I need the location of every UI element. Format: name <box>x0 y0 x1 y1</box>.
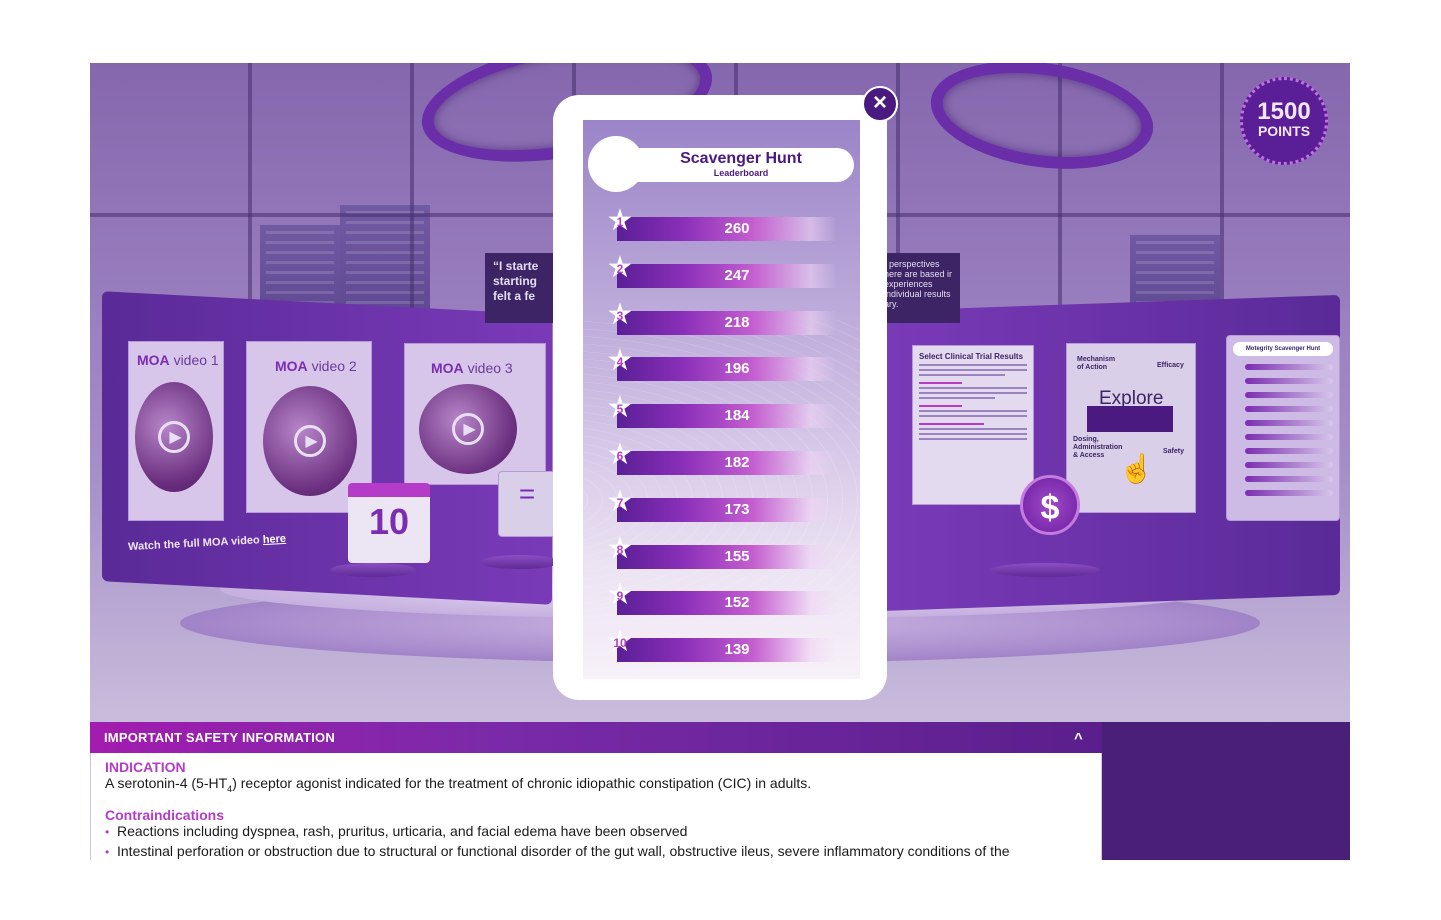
explore-label-efficacy[interactable]: Efficacy <box>1157 362 1184 370</box>
contraindication-item: Intestinal perforation or obstruction du… <box>117 843 1010 859</box>
rank-number: 10 <box>613 636 627 651</box>
calendar-day: 10 <box>368 501 410 542</box>
text-line <box>919 397 995 399</box>
text-line <box>919 438 1027 440</box>
quote-panel-left: “I starte starting felt a fe <box>485 253 560 323</box>
mini-row <box>1245 420 1333 426</box>
play-icon[interactable]: ▶ <box>294 425 326 457</box>
rank-number: 3 <box>616 308 624 323</box>
mini-row <box>1245 434 1333 440</box>
pedestal <box>330 563 416 577</box>
isi-toggle-button[interactable]: ^ <box>1074 730 1083 747</box>
bullet-icon: • <box>105 825 110 839</box>
text-line <box>919 392 1027 394</box>
indication-text: A serotonin-4 (5-HT4) receptor agonist i… <box>105 775 812 794</box>
score-value: 182 <box>724 454 750 471</box>
clinical-trial-title: Select Clinical Trial Results <box>919 352 1024 361</box>
score-value: 184 <box>724 407 750 425</box>
explore-label-safety[interactable]: Safety <box>1163 448 1184 456</box>
text-line <box>919 428 1027 430</box>
leaderboard-header: Scavenger Hunt Leaderboard <box>588 136 854 192</box>
rank-number: 1 <box>616 215 624 229</box>
mini-leaderboard-panel[interactable]: Motegrity Scavenger Hunt <box>1226 335 1340 521</box>
mini-row <box>1245 448 1333 454</box>
points-badge: 1500 POINTS <box>1240 77 1328 165</box>
isi-side-panel <box>1102 722 1350 860</box>
score-value: 218 <box>724 313 750 331</box>
safety-information-panel: IMPORTANT SAFETY INFORMATION ^ INDICATIO… <box>90 722 1350 860</box>
explore-panel[interactable]: Mechanism of Action Efficacy Explore Dos… <box>1066 343 1196 513</box>
isi-title: IMPORTANT SAFETY INFORMATION <box>104 730 335 745</box>
score-value: 173 <box>724 500 750 518</box>
mini-row <box>1245 490 1333 496</box>
envelope-icon[interactable]: = <box>498 471 556 537</box>
play-icon[interactable]: ▶ <box>452 413 484 445</box>
indication-heading: INDICATION <box>105 759 186 775</box>
isi-body[interactable]: INDICATION A serotonin-4 (5-HT4) recepto… <box>90 753 1102 860</box>
quote-panel-right: t perspectives here are based ir experie… <box>880 253 960 323</box>
text-line <box>919 369 1027 371</box>
mini-row <box>1245 378 1333 384</box>
text-line <box>919 410 1027 412</box>
rank-number: 4 <box>616 355 624 370</box>
rank-number: 5 <box>616 402 624 417</box>
play-icon[interactable]: ▶ <box>158 421 190 453</box>
video-title: MOA video 3 <box>431 360 513 376</box>
leaderboard-subtitle: Leaderboard <box>713 168 769 178</box>
text-line <box>919 405 963 407</box>
mini-row <box>1245 462 1333 468</box>
dollar-coin-icon[interactable]: $ <box>1020 475 1080 535</box>
text-line <box>919 423 984 425</box>
rank-number: 8 <box>616 542 624 557</box>
mini-row <box>1245 406 1333 412</box>
close-button[interactable]: × <box>862 86 898 122</box>
video-thumbnail: ▶ <box>135 382 213 492</box>
contraindication-item: Reactions including dyspnea, rash, pruri… <box>117 823 688 839</box>
text-line <box>919 415 1027 417</box>
moa-video-1-panel[interactable]: MOA video 1 ▶ <box>128 341 224 521</box>
score-value: 247 <box>724 266 750 284</box>
calendar-prop[interactable]: 10 <box>348 483 430 563</box>
leaderboard-title: Scavenger Hunt <box>680 150 802 167</box>
text-line <box>919 364 1027 366</box>
text-line <box>919 382 963 384</box>
score-value: 152 <box>724 594 750 612</box>
mini-row <box>1245 476 1333 482</box>
contraindications-heading: Contraindications <box>105 807 225 823</box>
leaderboard-row: ★ 10 139 <box>607 625 849 679</box>
explore-label-mechanism[interactable]: Mechanism of Action <box>1077 356 1121 372</box>
bullet-icon: • <box>105 845 110 859</box>
clinical-trial-panel[interactable]: Select Clinical Trial Results <box>912 345 1034 505</box>
leaderboard-modal: Scavenger Hunt Leaderboard ★ 1 260 ★ 2 247 ★ 3 2… <box>553 95 887 700</box>
text-line <box>919 387 1027 389</box>
points-label: POINTS <box>1257 123 1311 139</box>
points-value: 1500 <box>1257 98 1311 125</box>
video-thumbnail: ▶ <box>263 386 357 496</box>
video-title: MOA video 1 <box>137 352 219 368</box>
rank-number: 6 <box>616 449 624 463</box>
mini-row <box>1245 364 1333 370</box>
text-line <box>919 374 1006 376</box>
pedestal <box>480 555 560 569</box>
video-thumbnail: ▶ <box>419 384 517 474</box>
text-line <box>919 433 1027 435</box>
explore-button[interactable] <box>1087 406 1173 432</box>
score-value: 260 <box>724 220 750 237</box>
score-value: 139 <box>724 641 750 659</box>
rank-number: 7 <box>616 495 624 510</box>
pointer-hand-icon: ☝ <box>1119 453 1154 484</box>
leaderboard-board: Scavenger Hunt Leaderboard ★ 1 260 ★ 2 247 ★ 3 2… <box>583 120 860 679</box>
isi-header[interactable]: IMPORTANT SAFETY INFORMATION ^ <box>90 722 1102 753</box>
watch-video-link[interactable]: here <box>262 533 286 546</box>
score-value: 155 <box>724 547 750 565</box>
score-value: 196 <box>724 360 750 378</box>
pedestal <box>990 563 1100 577</box>
rank-number: 9 <box>616 589 624 604</box>
mini-row <box>1245 392 1333 398</box>
moa-video-3-panel[interactable]: MOA video 3 ▶ <box>404 343 546 485</box>
mini-leaderboard-title: Motegrity Scavenger Hunt <box>1233 342 1333 356</box>
rank-number: 2 <box>616 261 624 276</box>
video-title: MOA video 2 <box>275 358 357 374</box>
